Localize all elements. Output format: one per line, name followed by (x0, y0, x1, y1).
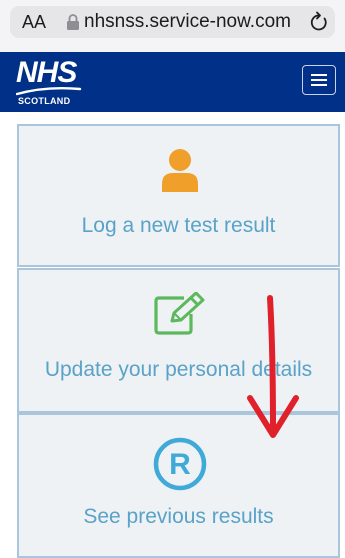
reload-icon[interactable] (308, 10, 330, 34)
nhs-scotland-logo[interactable]: NHS SCOTLAND (16, 56, 96, 108)
logo-title: NHS (16, 56, 77, 89)
edit-icon (154, 292, 205, 335)
svg-text:R: R (169, 448, 191, 481)
person-icon (162, 149, 198, 192)
logo-swoosh (16, 86, 82, 96)
browser-toolbar: AA nhsnss.service-now.com (0, 0, 345, 52)
red-arrow-annotation (247, 295, 299, 438)
logo-subtitle: SCOTLAND (18, 96, 71, 106)
tile-label: See previous results (83, 505, 274, 528)
url-text[interactable]: nhsnss.service-now.com (84, 11, 291, 33)
lock-icon (67, 14, 79, 30)
log-test-result-tile[interactable]: Log a new test result (17, 124, 340, 267)
text-size-button[interactable]: AA (22, 12, 46, 33)
address-bar[interactable]: AA nhsnss.service-now.com (10, 6, 335, 38)
hamburger-menu-icon[interactable] (302, 65, 336, 95)
site-header: NHS SCOTLAND (0, 52, 345, 112)
registered-icon: R (153, 437, 207, 491)
tile-label: Log a new test result (81, 214, 276, 237)
